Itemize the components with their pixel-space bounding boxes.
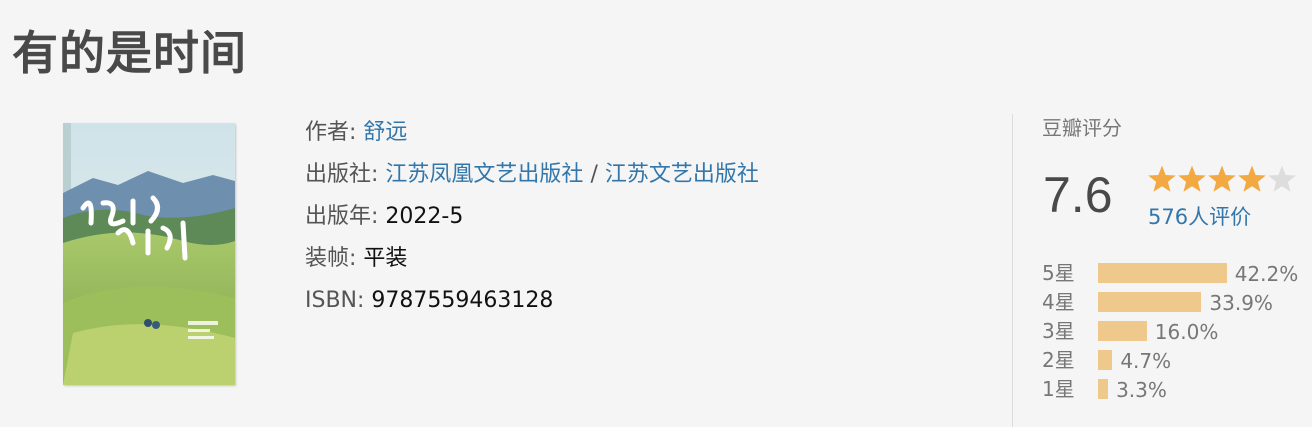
section-divider (1012, 114, 1013, 427)
rating-bar-row: 1星 3.3% (1042, 375, 1312, 404)
rating-bar (1098, 292, 1202, 312)
isbn-label: ISBN: (305, 288, 365, 313)
year-row: 出版年: 2022-5 (305, 196, 759, 238)
rating-bar (1098, 263, 1227, 283)
rating-bar (1098, 321, 1147, 341)
rating-bar-percent: 4.7% (1120, 349, 1172, 373)
binding-value: 平装 (363, 246, 408, 271)
rating-title: 豆瓣评分 (1042, 116, 1122, 140)
publisher-separator: / (590, 162, 598, 187)
year-label: 出版年: (305, 204, 379, 229)
rating-bar-label: 2星 (1042, 348, 1075, 372)
rating-stars (1148, 165, 1296, 192)
star-empty-icon (1268, 165, 1296, 192)
publisher-row: 出版社: 江苏凤凰文艺出版社 / 江苏文艺出版社 (305, 154, 759, 196)
rating-score: 7.6 (1043, 167, 1113, 223)
rating-bar-row: 4星 33.9% (1042, 288, 1312, 317)
star-filled-icon (1238, 165, 1266, 192)
book-info: 作者: 舒远 出版社: 江苏凤凰文艺出版社 / 江苏文艺出版社 出版年: 202… (305, 112, 759, 322)
book-cover-image[interactable] (63, 123, 235, 385)
author-row: 作者: 舒远 (305, 112, 759, 154)
rating-bar-label: 3星 (1042, 319, 1075, 343)
rating-bar-percent: 3.3% (1116, 378, 1167, 402)
rating-bar-percent: 42.2% (1234, 262, 1299, 286)
rating-bar-label: 1星 (1042, 377, 1075, 401)
rating-breakdown: 5星 42.2% 4星 33.9% 3星 16.0% 2星 4.7% 1星 3.3% (1042, 259, 1312, 404)
publisher-label: 出版社: (305, 162, 379, 187)
rating-bar-percent: 33.9% (1209, 291, 1273, 315)
isbn-row: ISBN: 9787559463128 (305, 280, 759, 322)
binding-row: 装帧: 平装 (305, 238, 759, 280)
rating-bar (1098, 379, 1109, 399)
rating-bar-row: 3星 16.0% (1042, 317, 1312, 346)
star-filled-icon (1148, 165, 1176, 192)
rating-bar-label: 5星 (1042, 261, 1075, 285)
rating-bar-row: 2星 4.7% (1042, 346, 1312, 375)
rating-bar-label: 4星 (1042, 290, 1075, 314)
book-title: 有的是时间 (12, 26, 247, 80)
rating-bar (1098, 350, 1113, 370)
author-link[interactable]: 舒远 (363, 120, 407, 145)
publisher-link-1[interactable]: 江苏凤凰文艺出版社 (385, 162, 583, 187)
year-value: 2022-5 (385, 204, 464, 229)
isbn-value: 9787559463128 (371, 288, 554, 313)
rating-count-link[interactable]: 576人评价 (1148, 203, 1251, 231)
rating-bar-row: 5星 42.2% (1042, 259, 1312, 288)
publisher-link-2[interactable]: 江苏文艺出版社 (605, 162, 759, 187)
star-filled-icon (1208, 165, 1236, 192)
rating-bar-percent: 16.0% (1154, 320, 1219, 344)
author-label: 作者: (305, 120, 357, 145)
binding-label: 装帧: (305, 246, 357, 271)
star-filled-icon (1178, 165, 1206, 192)
